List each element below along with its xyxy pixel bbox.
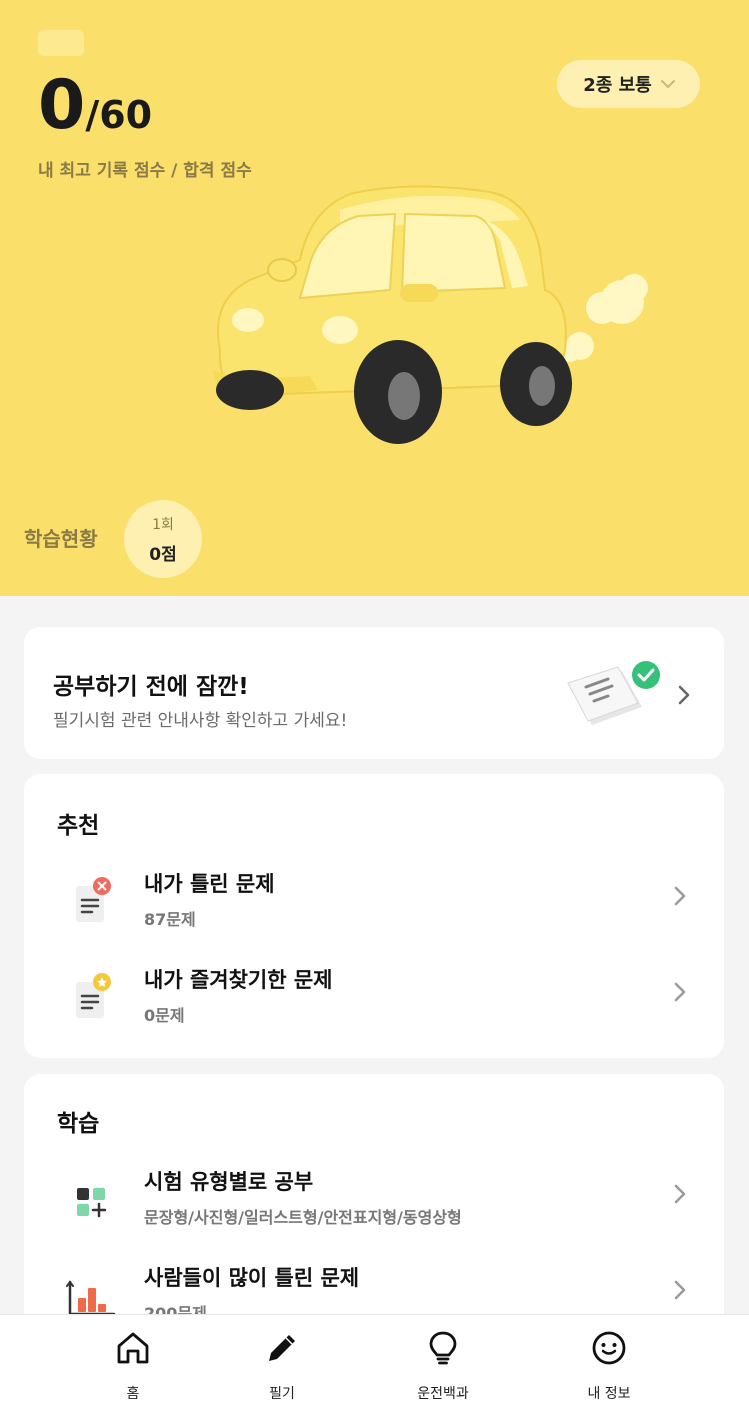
score-caption: 내 최고 기록 점수 / 합격 점수	[38, 161, 252, 181]
study-card: 학습 시험 유형별로 공부 문장형/사진형/일러스트형/안전표지형/동영상형 사…	[24, 1074, 724, 1334]
chevron-right-icon	[672, 980, 688, 1004]
list-item-title: 내가 틀린 문제	[144, 872, 275, 896]
exhaust-cloud-icon	[560, 274, 648, 362]
category-grid-icon	[72, 1172, 112, 1222]
tab-written[interactable]: 필기	[232, 1329, 332, 1409]
tab-label: 홈	[126, 1386, 140, 1402]
chevron-right-icon	[676, 683, 692, 707]
notice-card[interactable]: 공부하기 전에 잠깐! 필기시험 관련 안내사항 확인하고 가세요!	[24, 627, 724, 759]
favorite-note-icon	[72, 970, 112, 1020]
car-illustration	[190, 180, 670, 460]
list-item-title: 시험 유형별로 공부	[144, 1170, 314, 1194]
tab-driving-encyclopedia[interactable]: 운전백과	[393, 1329, 493, 1409]
license-type-dropdown[interactable]: 2종 보통	[557, 60, 700, 108]
chevron-right-icon	[672, 1182, 688, 1206]
study-round: 1회	[152, 516, 174, 533]
bar-chart-icon	[66, 1268, 116, 1318]
study-section-title: 학습	[57, 1111, 100, 1137]
recommend-section-title: 추천	[57, 813, 100, 839]
tab-home[interactable]: 홈	[83, 1329, 183, 1409]
document-check-icon	[564, 657, 664, 729]
list-item-title: 내가 즐겨찾기한 문제	[144, 968, 333, 992]
tab-my-info[interactable]: 내 정보	[559, 1329, 659, 1409]
bottom-tab-bar: 홈 필기 운전백과 내 정보	[0, 1314, 749, 1423]
list-item-count: 0문제	[144, 1006, 185, 1025]
score-separator: /	[85, 93, 100, 137]
study-points: 0점	[149, 544, 177, 565]
list-item-count: 87문제	[144, 910, 196, 929]
study-round-badge[interactable]: 1회 0점	[124, 500, 202, 578]
smiley-icon	[590, 1329, 628, 1371]
chevron-down-icon	[660, 75, 675, 89]
best-score: 0	[38, 66, 86, 145]
score-display: 0 / 60	[38, 72, 152, 140]
tab-label: 필기	[269, 1386, 295, 1402]
tab-label: 내 정보	[587, 1386, 631, 1402]
home-icon	[114, 1329, 152, 1371]
lightbulb-icon	[424, 1329, 462, 1371]
list-item-by-type[interactable]: 시험 유형별로 공부 문장형/사진형/일러스트형/안전표지형/동영상형	[24, 1160, 724, 1250]
notice-subtitle: 필기시험 관련 안내사항 확인하고 가세요!	[53, 711, 348, 731]
license-type-label: 2종 보통	[583, 75, 652, 96]
chevron-right-icon	[672, 884, 688, 908]
notice-title: 공부하기 전에 잠깐!	[53, 674, 249, 700]
pass-score: 60	[99, 93, 153, 137]
list-item-wrong-questions[interactable]: 내가 틀린 문제 87문제	[24, 862, 724, 952]
wrong-note-icon	[72, 874, 112, 924]
chevron-right-icon	[672, 1278, 688, 1302]
list-item-title: 사람들이 많이 틀린 문제	[144, 1266, 360, 1290]
tab-label: 운전백과	[417, 1386, 469, 1402]
study-status-label: 학습현황	[24, 527, 98, 551]
hero-decoration	[38, 30, 84, 56]
list-item-favorite-questions[interactable]: 내가 즐겨찾기한 문제 0문제	[24, 958, 724, 1048]
list-item-desc: 문장형/사진형/일러스트형/안전표지형/동영상형	[144, 1208, 462, 1227]
recommend-card: 추천 내가 틀린 문제 87문제 내가 즐겨찾기한 문제 0문제	[24, 774, 724, 1058]
pencil-icon	[263, 1329, 301, 1371]
hero-section: 0 / 60 내 최고 기록 점수 / 합격 점수 2종 보통 학습현황 1회 …	[0, 0, 749, 596]
